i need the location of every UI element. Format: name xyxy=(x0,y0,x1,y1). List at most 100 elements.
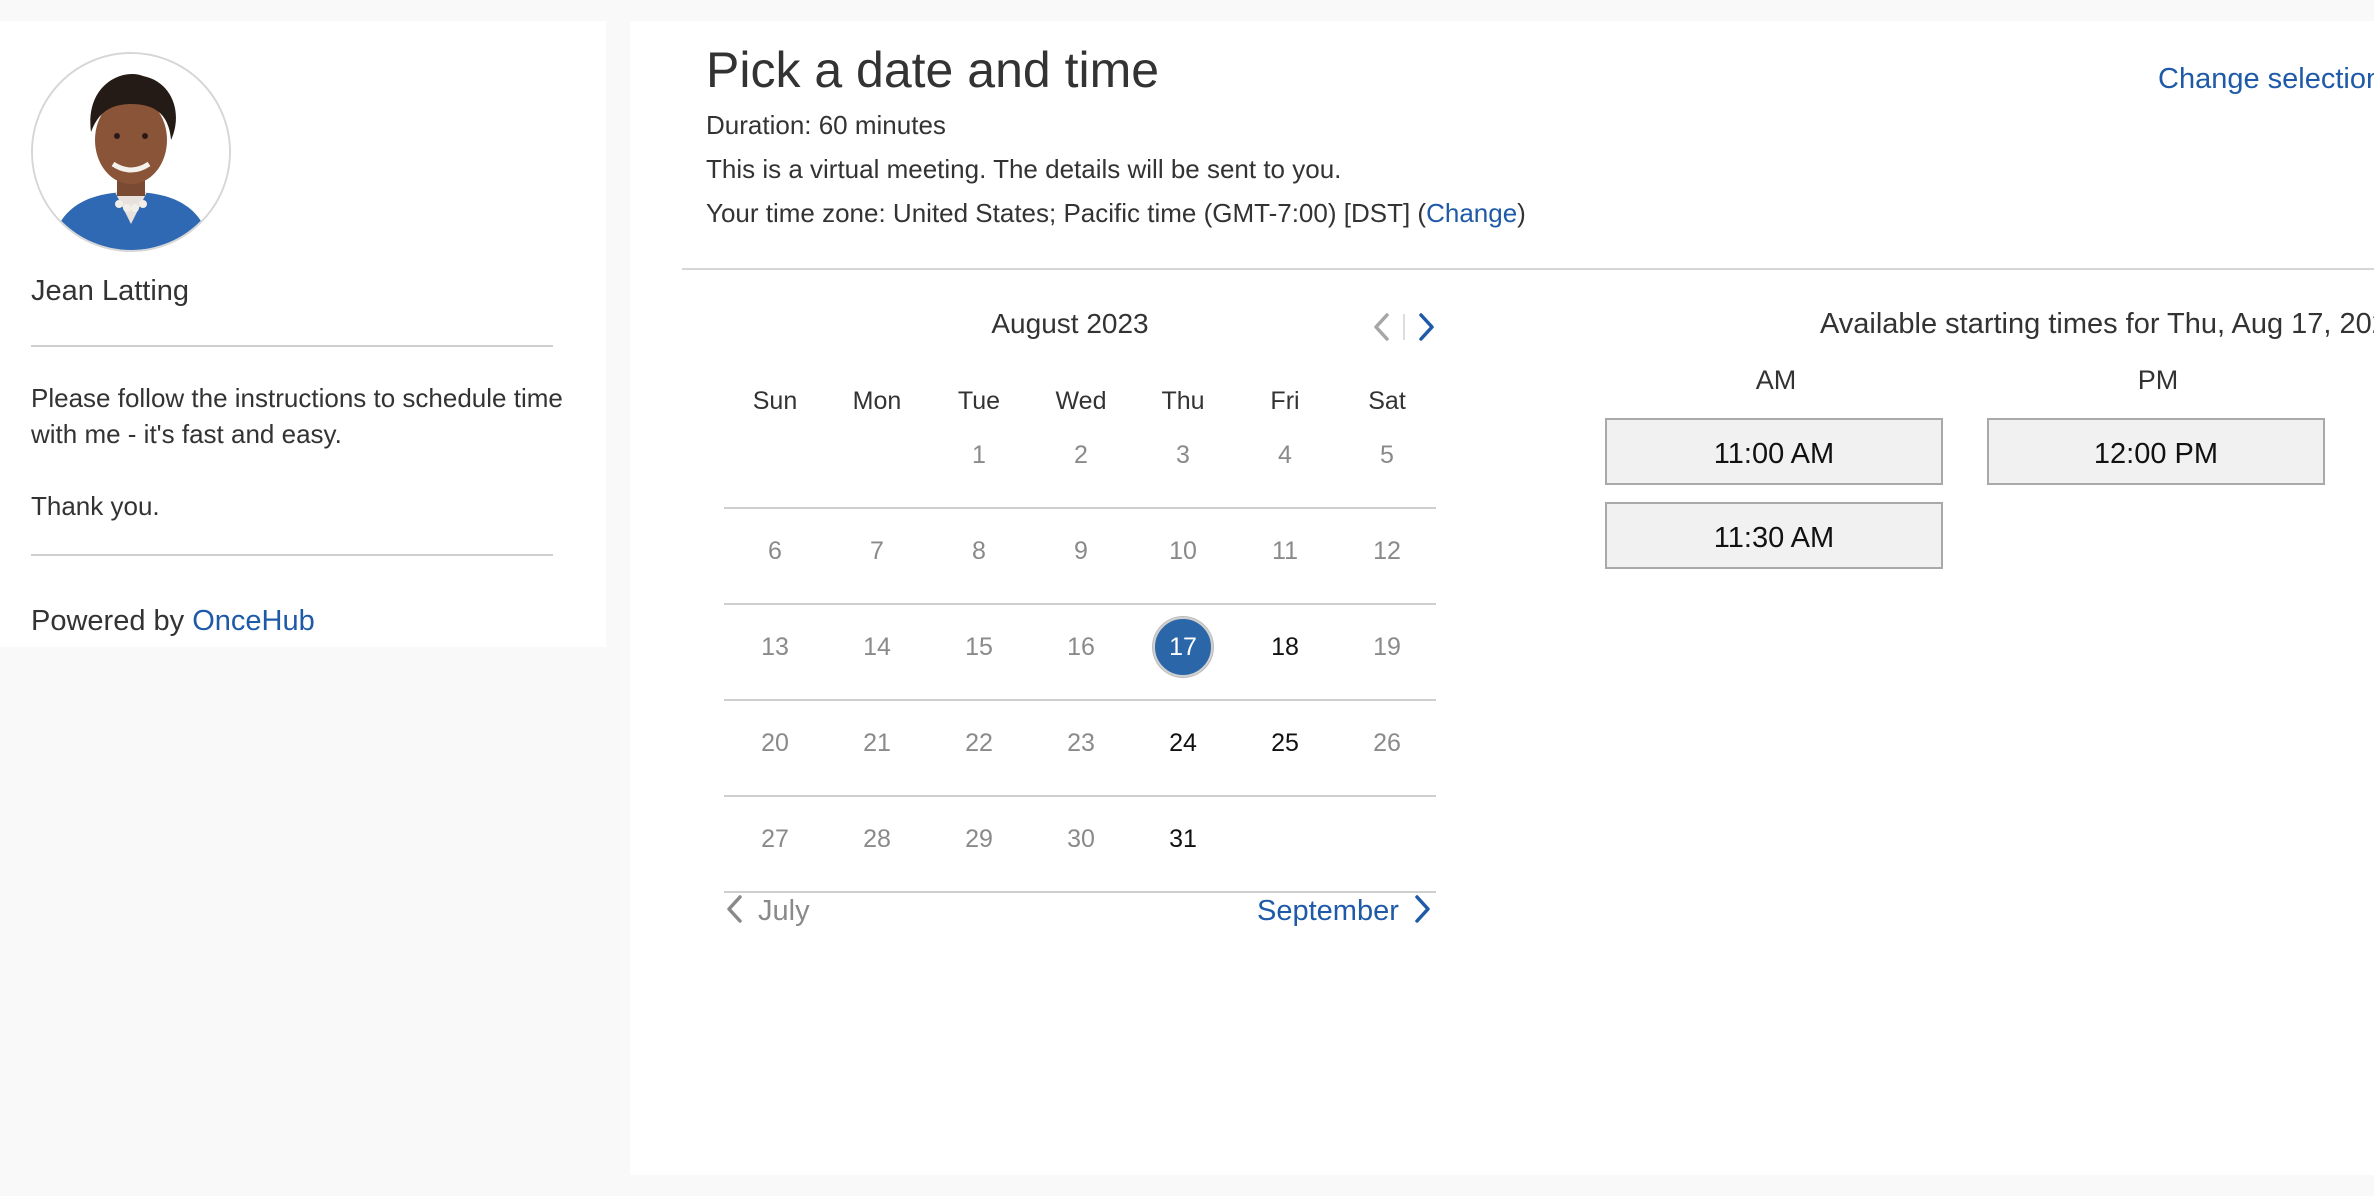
next-month-label: September xyxy=(1257,895,1399,927)
calendar-day: 26 xyxy=(1336,713,1438,773)
sidebar-divider xyxy=(31,345,553,347)
avatar xyxy=(31,52,231,252)
calendar-day: 13 xyxy=(724,617,826,677)
calendar-day-number: 24 xyxy=(1169,729,1197,757)
timezone-suffix: ) xyxy=(1517,198,1526,228)
weekday-label: Sun xyxy=(752,387,798,415)
calendar-day-number: 20 xyxy=(761,729,789,757)
calendar-day[interactable]: 31 xyxy=(1132,809,1234,869)
calendar-day: 8 xyxy=(928,521,1030,581)
timezone-line: Your time zone: United States; Pacific t… xyxy=(706,198,1526,229)
calendar-day: 20 xyxy=(724,713,826,773)
calendar-day: 30 xyxy=(1030,809,1132,869)
calendar-day-number: 12 xyxy=(1373,537,1401,565)
previous-month-label: July xyxy=(758,895,810,927)
calendar-day-number: 15 xyxy=(965,633,993,661)
weekday-label: Mon xyxy=(852,387,902,415)
calendar-day: 15 xyxy=(928,617,1030,677)
page-title: Pick a date and time xyxy=(706,42,1160,98)
calendar-day-number: 18 xyxy=(1271,633,1299,661)
chevron-right-icon[interactable] xyxy=(1412,309,1442,345)
calendar-day[interactable]: 24 xyxy=(1132,713,1234,773)
avatar-portrait-icon xyxy=(33,54,229,250)
calendar-day-number: 17 xyxy=(1169,633,1197,661)
calendar-day: 5 xyxy=(1336,425,1438,485)
calendar-day: 22 xyxy=(928,713,1030,773)
calendar-day: 12 xyxy=(1336,521,1438,581)
week-divider xyxy=(724,603,1436,605)
previous-month-link[interactable]: July xyxy=(724,893,810,928)
calendar-day: 23 xyxy=(1030,713,1132,773)
chevron-left-icon xyxy=(727,895,742,923)
thanks-text: Thank you. xyxy=(31,491,160,521)
calendar-nav-separator xyxy=(1403,314,1405,340)
meeting-note: This is a virtual meeting. The details w… xyxy=(706,154,1342,184)
time-slot-button[interactable]: 11:30 AM xyxy=(1605,502,1943,569)
chevron-left-icon[interactable] xyxy=(1366,309,1396,345)
calendar-day: 4 xyxy=(1234,425,1336,485)
weekday-label: Sat xyxy=(1368,387,1406,415)
calendar-day: 1 xyxy=(928,425,1030,485)
calendar-day-number: 7 xyxy=(870,537,884,565)
calendar-day: 16 xyxy=(1030,617,1132,677)
calendar-day-number: 14 xyxy=(863,633,891,661)
instructions-text: Please follow the instructions to schedu… xyxy=(31,383,563,449)
calendar-day-number: 27 xyxy=(761,825,789,853)
calendar-day-number: 6 xyxy=(768,537,782,565)
calendar-day: 7 xyxy=(826,521,928,581)
calendar-day[interactable]: 25 xyxy=(1234,713,1336,773)
week-divider xyxy=(724,699,1436,701)
next-month-link[interactable]: September xyxy=(1257,893,1433,928)
weekday-label: Wed xyxy=(1055,387,1107,415)
calendar-day-selected[interactable]: 17 xyxy=(1132,617,1234,677)
timezone-text: Your time zone: United States; Pacific t… xyxy=(706,198,1427,228)
available-times-title: Available starting times for Thu, Aug 17… xyxy=(1819,308,2374,340)
calendar-day: 6 xyxy=(724,521,826,581)
calendar-day: 2 xyxy=(1030,425,1132,485)
calendar-day-number: 26 xyxy=(1373,729,1401,757)
calendar-day: 14 xyxy=(826,617,928,677)
calendar-day: 29 xyxy=(928,809,1030,869)
calendar-day-number: 16 xyxy=(1067,633,1095,661)
calendar-day: 21 xyxy=(826,713,928,773)
calendar-day: 9 xyxy=(1030,521,1132,581)
calendar-day-number: 4 xyxy=(1278,441,1292,469)
calendar-day-number: 5 xyxy=(1380,441,1394,469)
calendar-month-label: August 2023 xyxy=(991,308,1149,339)
powered-by: Powered by OnceHub xyxy=(31,605,315,638)
weekday-label: Fri xyxy=(1270,387,1300,415)
calendar-day-number: 21 xyxy=(863,729,891,757)
time-slot-button[interactable]: 11:00 AM xyxy=(1605,418,1943,485)
calendar-day: 11 xyxy=(1234,521,1336,581)
owner-name: Jean Latting xyxy=(31,275,190,307)
oncehub-link[interactable]: OnceHub xyxy=(192,605,315,637)
main-panel: Pick a date and time Change selection Du… xyxy=(630,21,2374,1175)
calendar-day: 3 xyxy=(1132,425,1234,485)
chevron-right-icon xyxy=(1415,895,1430,923)
calendar-day[interactable]: 18 xyxy=(1234,617,1336,677)
calendar-day-number: 25 xyxy=(1271,729,1299,757)
pm-column-label: PM xyxy=(2137,365,2179,395)
calendar-day-number: 22 xyxy=(965,729,993,757)
calendar-day: 28 xyxy=(826,809,928,869)
sidebar: Jean Latting Please follow the instructi… xyxy=(0,21,606,647)
calendar-day-number: 19 xyxy=(1373,633,1401,661)
week-divider xyxy=(724,795,1436,797)
calendar-day-number: 10 xyxy=(1169,537,1197,565)
week-divider xyxy=(724,507,1436,509)
change-selection-link[interactable]: Change selection xyxy=(2158,63,2374,96)
calendar-day-number: 8 xyxy=(972,537,986,565)
calendar-day-number: 2 xyxy=(1074,441,1088,469)
header-divider xyxy=(682,268,2374,270)
timezone-change-link[interactable]: Change xyxy=(1426,198,1517,228)
calendar-day-number: 29 xyxy=(965,825,993,853)
calendar-day-number: 23 xyxy=(1067,729,1095,757)
calendar-day-number: 31 xyxy=(1169,825,1197,853)
calendar-day-number: 28 xyxy=(863,825,891,853)
calendar-day-number: 1 xyxy=(972,441,986,469)
am-column-label: AM xyxy=(1755,365,1797,395)
weekday-label: Tue xyxy=(957,387,1001,415)
sidebar-divider xyxy=(31,554,553,556)
duration-text: Duration: 60 minutes xyxy=(706,110,946,140)
time-slot-button[interactable]: 12:00 PM xyxy=(1987,418,2325,485)
